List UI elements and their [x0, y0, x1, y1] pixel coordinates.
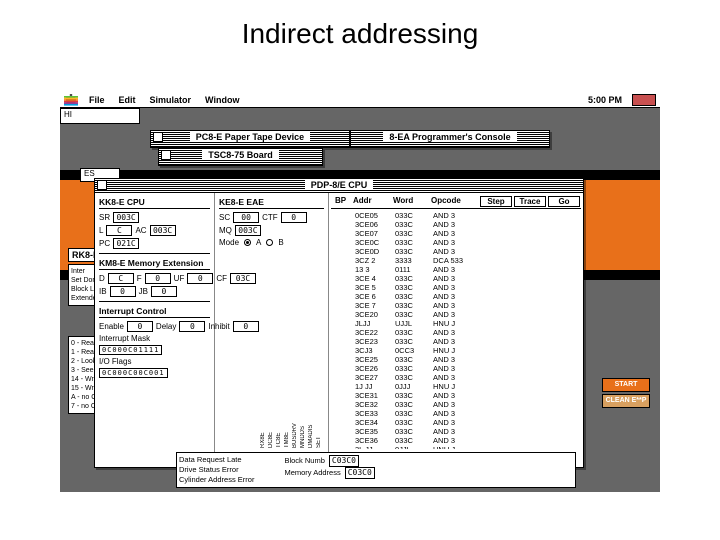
- tsc-title: TSC8-75 Board: [202, 150, 279, 160]
- col-addr: Addr: [349, 196, 389, 207]
- km8e-title: KM8-E Memory Extension: [99, 258, 210, 270]
- tsc-board-window[interactable]: TSC8-75 Board: [158, 148, 323, 166]
- io-flags-label: I/O Flags: [99, 357, 131, 366]
- mem-addr-label: Memory Address: [284, 468, 340, 478]
- ib-field[interactable]: 0: [110, 286, 136, 297]
- listing-row[interactable]: 3CE34033CAND 3: [333, 418, 579, 427]
- listing-row[interactable]: 3CE36033CAND 3: [333, 436, 579, 445]
- kk8e-cpu-panel: KK8-E CPU SR003C LCAC003C PC021C KM8-E M…: [95, 193, 215, 467]
- listing-row[interactable]: 3CE 7033CAND 3: [333, 301, 579, 310]
- listing-row[interactable]: 13 30111AND 3: [333, 265, 579, 274]
- uf-field[interactable]: 0: [187, 273, 213, 284]
- listing-row[interactable]: 3CJ30CC3HNU J: [333, 346, 579, 355]
- sc-field[interactable]: 00: [233, 212, 259, 223]
- instruction-listing-panel: BP Addr Word Opcode Step Trace Go 0CE050…: [329, 193, 583, 467]
- listing-row[interactable]: 3CE06033CAND 3: [333, 220, 579, 229]
- listing-row[interactable]: 0CE05033CAND 3: [333, 211, 579, 220]
- listing-row[interactable]: 3CE07033CAND 3: [333, 229, 579, 238]
- hi-window-stub: HI: [60, 108, 140, 124]
- programmer-title: 8-EA Programmer's Console: [383, 132, 516, 142]
- step-button[interactable]: Step: [480, 196, 512, 207]
- ctf-field[interactable]: 0: [281, 212, 307, 223]
- pc-field[interactable]: 021C: [113, 238, 139, 249]
- l-field[interactable]: C: [106, 225, 132, 236]
- status-text: Drive Status Error: [179, 465, 254, 475]
- menu-edit[interactable]: Edit: [112, 95, 143, 105]
- intc-title: Interrupt Control: [99, 306, 210, 318]
- menu-window[interactable]: Window: [198, 95, 246, 105]
- tape-device-window[interactable]: PC8-E Paper Tape Device: [150, 130, 350, 148]
- ac-field[interactable]: 003C: [150, 225, 176, 236]
- status-text: Data Request Late: [179, 455, 254, 465]
- code-listing[interactable]: 0CE05033CAND 33CE06033CAND 33CE07033CAND…: [331, 209, 581, 449]
- clean-button[interactable]: CLEAN E**P: [602, 394, 650, 408]
- int-delay-field[interactable]: 0: [179, 321, 205, 332]
- listing-row[interactable]: 3CE31033CAND 3: [333, 391, 579, 400]
- int-mask-label: Interrupt Mask: [99, 334, 150, 343]
- listing-row[interactable]: 3CE0D033CAND 3: [333, 247, 579, 256]
- desktop-surface: START CLEAN E**P HI ES PC8-E Paper Tape …: [60, 108, 660, 492]
- memory-address-field[interactable]: C03C0: [345, 467, 375, 479]
- listing-row[interactable]: 3CZ 23333DCA 533: [333, 256, 579, 265]
- listing-row[interactable]: 3CE 6033CAND 3: [333, 292, 579, 301]
- start-button[interactable]: START: [602, 378, 650, 392]
- listing-row[interactable]: 3CE25033CAND 3: [333, 355, 579, 364]
- sr-label: SR: [99, 213, 110, 222]
- kk8e-title: KK8-E CPU: [99, 197, 210, 209]
- listing-row[interactable]: JLJJUJJLHNU J: [333, 319, 579, 328]
- listing-row[interactable]: 3CE 5033CAND 3: [333, 283, 579, 292]
- menubar: File Edit Simulator Window 5:00 PM: [60, 92, 660, 108]
- listing-row[interactable]: 3CE26033CAND 3: [333, 364, 579, 373]
- mode-a-radio[interactable]: [244, 239, 251, 246]
- listing-row[interactable]: 3L JJ0JJLHNU J: [333, 445, 579, 449]
- col-opcode: Opcode: [427, 196, 479, 207]
- menubar-app-icon[interactable]: [632, 94, 656, 106]
- listing-row[interactable]: 1J JJ0JJJHNU J: [333, 382, 579, 391]
- programmer-console-window[interactable]: 8-EA Programmer's Console: [350, 130, 550, 148]
- listing-row[interactable]: 3CE35033CAND 3: [333, 427, 579, 436]
- col-bp: BP: [331, 196, 349, 207]
- block-label: Block Numb: [284, 456, 324, 466]
- go-button[interactable]: Go: [548, 196, 580, 207]
- f-field[interactable]: 0: [145, 273, 171, 284]
- device-bit-labels: RX8E DC8E TC8E TM8E BUSDRV MNDDS DMADIS …: [260, 416, 322, 448]
- trace-button[interactable]: Trace: [514, 196, 546, 207]
- cpu-window[interactable]: PDP-8/E CPU KK8-E CPU SR003C LCAC003C PC…: [94, 178, 584, 468]
- status-text: Cylinder Address Error: [179, 475, 254, 485]
- block-number-field[interactable]: C03C0: [329, 455, 359, 467]
- l-label: L: [99, 226, 103, 235]
- cpu-window-title: PDP-8/E CPU: [305, 180, 374, 190]
- col-word: Word: [389, 196, 427, 207]
- listing-row[interactable]: 3CE32033CAND 3: [333, 400, 579, 409]
- mq-field[interactable]: 003C: [235, 225, 261, 236]
- menubar-clock[interactable]: 5:00 PM: [582, 95, 628, 105]
- listing-row[interactable]: 3CE22033CAND 3: [333, 328, 579, 337]
- close-icon[interactable]: [97, 180, 107, 190]
- tape-title: PC8-E Paper Tape Device: [190, 132, 310, 142]
- ke8e-title: KE8-E EAE: [219, 197, 324, 209]
- listing-row[interactable]: 3CE 4033CAND 3: [333, 274, 579, 283]
- slide-title: Indirect addressing: [0, 0, 720, 58]
- listing-row[interactable]: 3CE23033CAND 3: [333, 337, 579, 346]
- pc-label: PC: [99, 239, 110, 248]
- listing-row[interactable]: 3CE0C033CAND 3: [333, 238, 579, 247]
- ac-label: AC: [135, 226, 146, 235]
- disk-status-panel: Data Request Late Drive Status Error Cyl…: [176, 452, 576, 488]
- listing-row[interactable]: 3CE27033CAND 3: [333, 373, 579, 382]
- d-field[interactable]: C: [108, 273, 134, 284]
- int-mask-field[interactable]: 0C000C01111: [99, 345, 162, 355]
- menu-simulator[interactable]: Simulator: [143, 95, 199, 105]
- listing-row[interactable]: 3CE20033CAND 3: [333, 310, 579, 319]
- mode-b-radio[interactable]: [266, 239, 273, 246]
- close-icon[interactable]: [153, 132, 163, 142]
- apple-logo-icon[interactable]: [64, 93, 78, 107]
- close-icon[interactable]: [161, 150, 171, 160]
- int-enable-field[interactable]: 0: [127, 321, 153, 332]
- io-flags-field[interactable]: 0C000C00C001: [99, 368, 168, 378]
- sr-field[interactable]: 003C: [113, 212, 139, 223]
- listing-row[interactable]: 3CE33033CAND 3: [333, 409, 579, 418]
- jb-field[interactable]: 0: [151, 286, 177, 297]
- desktop-screenshot: File Edit Simulator Window 5:00 PM START…: [60, 92, 660, 492]
- menu-file[interactable]: File: [82, 95, 112, 105]
